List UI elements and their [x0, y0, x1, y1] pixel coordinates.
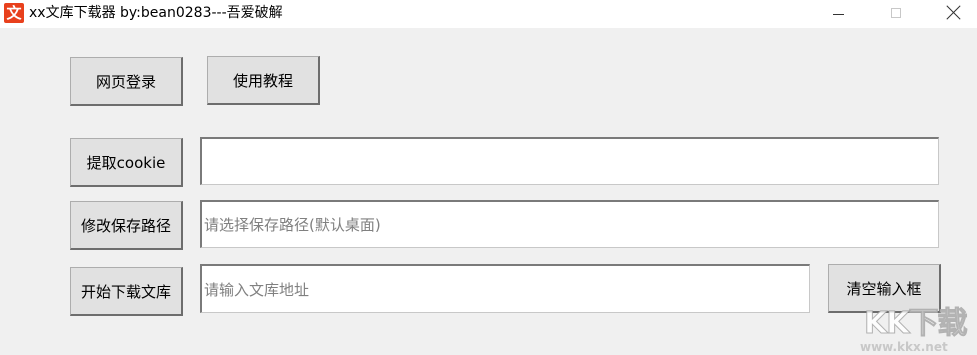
document-url-placeholder: 请输入文库地址	[204, 280, 310, 299]
close-icon	[946, 4, 962, 20]
change-save-path-label: 修改保存路径	[80, 216, 171, 235]
title-bar: 文 xx文库下载器 by:bean0283---吾爱破解	[0, 0, 977, 28]
app-icon: 文	[4, 3, 24, 23]
watermark-url: www.kkx.net	[860, 340, 948, 354]
minimize-icon	[833, 14, 844, 15]
close-button[interactable]	[930, 0, 976, 28]
tutorial-button[interactable]: 使用教程	[207, 56, 320, 105]
web-login-button[interactable]: 网页登录	[70, 57, 183, 106]
web-login-label: 网页登录	[95, 72, 156, 91]
maximize-icon	[891, 8, 901, 18]
get-cookie-label: 提取cookie	[86, 153, 166, 172]
clear-input-label: 清空输入框	[846, 279, 922, 298]
save-path-field[interactable]: 请选择保存路径(默认桌面)	[200, 200, 939, 248]
watermark-logo-text: KK下载	[864, 306, 968, 342]
start-download-label: 开始下载文库	[80, 282, 171, 301]
save-path-placeholder: 请选择保存路径(默认桌面)	[204, 216, 381, 234]
get-cookie-button[interactable]: 提取cookie	[70, 138, 183, 187]
start-download-button[interactable]: 开始下载文库	[70, 267, 183, 316]
site-watermark: KK下载 www.kkx.net	[858, 298, 974, 355]
maximize-button[interactable]	[873, 0, 919, 28]
window-title: xx文库下载器 by:bean0283---吾爱破解	[29, 5, 283, 21]
tutorial-label: 使用教程	[232, 71, 293, 90]
cookie-field[interactable]	[200, 137, 939, 185]
document-url-field[interactable]: 请输入文库地址	[200, 264, 810, 313]
minimize-button[interactable]	[815, 0, 861, 28]
change-save-path-button[interactable]: 修改保存路径	[70, 201, 183, 250]
